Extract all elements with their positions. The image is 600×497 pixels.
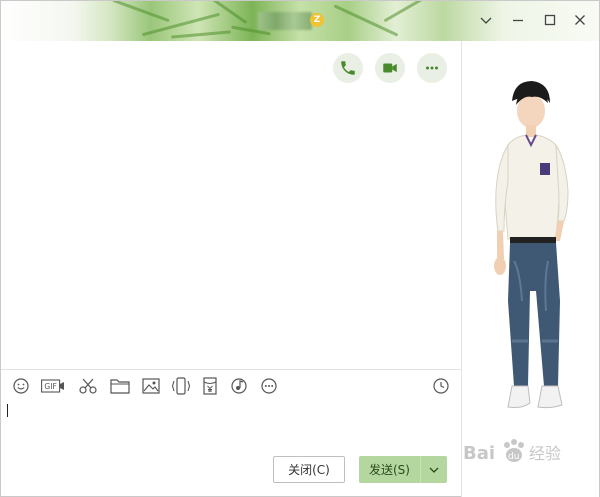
scissors-icon[interactable] [77,376,99,396]
title-bar[interactable]: Z [1,1,599,41]
close-button[interactable]: 关闭(C) [273,456,345,483]
chevron-down-icon [429,467,439,473]
more-options-button[interactable] [417,53,447,83]
watermark-text-jingyan: 经验 [529,444,561,463]
gif-icon[interactable]: GIF [41,376,65,396]
text-caret [7,404,8,417]
more-dots-icon [426,66,438,70]
message-area[interactable] [1,41,461,369]
status-badge: Z [310,13,324,27]
gif-label: GIF [44,382,56,391]
voice-call-button[interactable] [333,53,363,83]
input-divider [1,369,461,370]
image-icon[interactable] [141,376,161,396]
close-icon[interactable] [571,11,589,29]
send-options-button[interactable] [421,456,447,483]
red-packet-icon[interactable] [201,376,219,396]
send-button-group: 发送(S) [359,456,447,483]
music-icon[interactable] [229,376,249,396]
message-input[interactable] [1,400,461,452]
watermark-text-bai: Bai [463,443,495,464]
chevron-down-icon[interactable] [477,11,495,29]
phone-icon [341,61,355,75]
video-call-button[interactable] [375,53,405,83]
contact-name-blurred [258,12,312,30]
chat-window: Z GIF 关闭(C) 发送(S) Bai du 经验 [0,0,600,497]
history-clock-icon[interactable] [431,376,451,396]
baidu-watermark-logo: Bai du 经验 [463,433,573,473]
maximize-icon[interactable] [541,11,559,29]
input-toolbar: GIF [1,372,461,400]
emoji-icon[interactable] [11,376,31,396]
shake-icon[interactable] [171,376,191,396]
more-icon[interactable] [259,376,279,396]
avatar-show-panel [462,41,599,497]
folder-icon[interactable] [109,376,131,396]
video-camera-icon [383,63,397,73]
send-button[interactable]: 发送(S) [359,456,420,483]
minimize-icon[interactable] [509,11,527,29]
watermark-text-du: du [508,452,519,462]
avatar-figure-image [494,81,569,409]
